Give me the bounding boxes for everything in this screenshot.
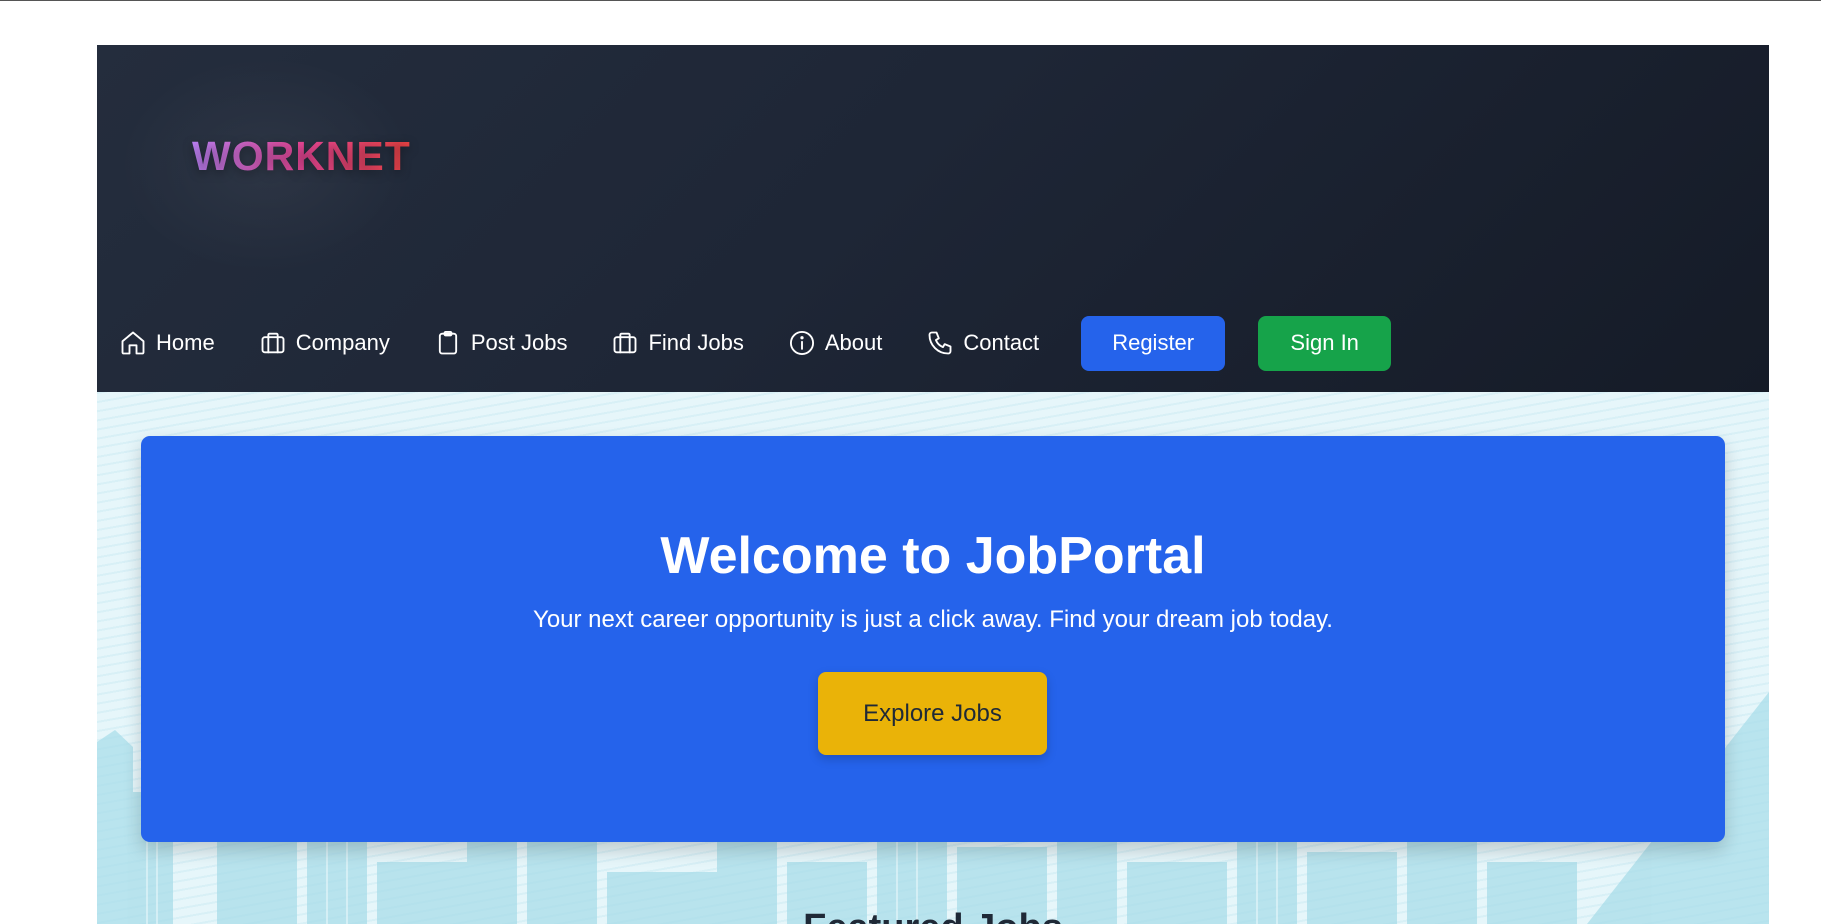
nav-item-label: Company [295,330,390,355]
nav-item-post-jobs[interactable]: Post Jobs [434,329,568,357]
phone-icon [928,331,952,355]
nav-item-about[interactable]: About [788,329,883,357]
nav-item-label: About [824,330,883,355]
nav-item-find-jobs[interactable]: Find Jobs [611,329,744,357]
site-logo[interactable]: WORKNET [192,133,411,180]
hero-subtitle: Your next career opportunity is just a c… [533,606,1333,633]
page-frame: WORKNET Home Company Post Jobs Find Jobs… [97,45,1769,924]
explore-jobs-button[interactable]: Explore Jobs [818,672,1047,755]
nav-item-company[interactable]: Company [259,329,390,357]
nav-item-label: Post Jobs [470,330,568,355]
briefcase-icon [614,332,637,354]
nav-item-label: Find Jobs [648,330,744,355]
register-button[interactable]: Register [1081,315,1226,371]
sign-in-button[interactable]: Sign In [1258,315,1392,371]
home-icon [121,331,145,355]
info-icon [789,330,814,356]
main-nav: Home Company Post Jobs Find Jobs About C… [119,315,1392,371]
nav-item-home[interactable]: Home [119,329,215,357]
window-top-border [0,0,1821,1]
clipboard-icon [438,330,457,355]
hero-banner: Welcome to JobPortal Your next career op… [141,436,1725,842]
briefcase-icon [261,332,285,354]
hero-title: Welcome to JobPortal [660,527,1206,585]
nav-item-label: Contact [963,330,1040,355]
nav-item-contact[interactable]: Contact [926,329,1039,357]
featured-jobs-heading: Featured Jobs [97,907,1769,924]
site-header: WORKNET Home Company Post Jobs Find Jobs… [97,45,1769,392]
nav-item-label: Home [156,330,215,355]
